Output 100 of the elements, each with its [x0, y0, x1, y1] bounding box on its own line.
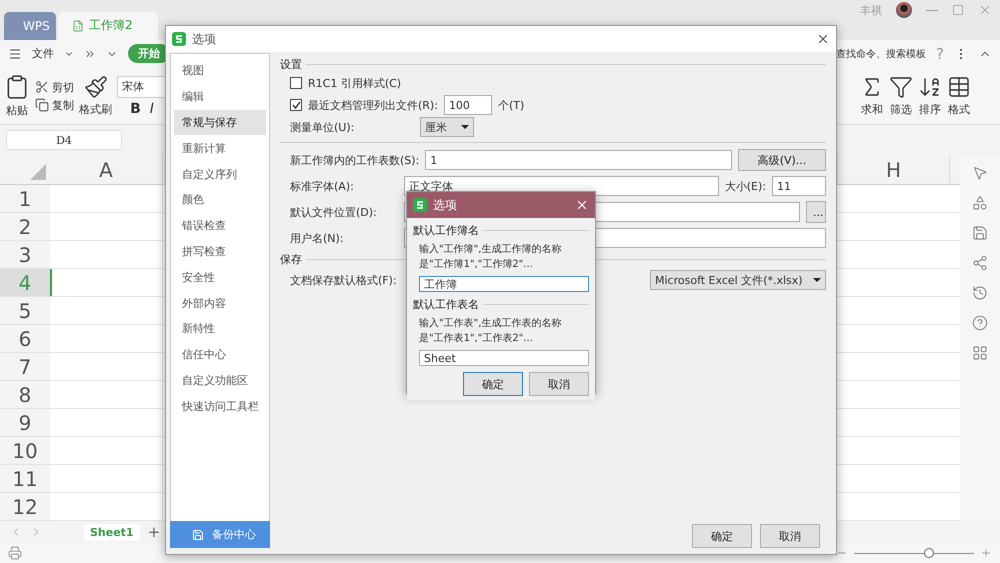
checkmark-icon: [292, 101, 300, 109]
row-header[interactable]: 6: [0, 325, 50, 352]
row-header[interactable]: 12: [0, 493, 50, 520]
bold-button[interactable]: B: [127, 100, 144, 116]
column-header[interactable]: A: [50, 155, 163, 184]
hint-text: 输入"工作表",生成工作表的名称是"工作表1","工作表2"...: [418, 316, 562, 346]
file-menu[interactable]: 文件: [32, 46, 54, 62]
row-header[interactable]: 5: [0, 297, 50, 324]
checkbox-label: R1C1 引用样式(C): [308, 76, 402, 90]
name-box[interactable]: D4: [6, 130, 122, 150]
row-header[interactable]: 8: [0, 381, 50, 408]
paste-button[interactable]: 粘贴: [6, 103, 28, 118]
field-label: 文档保存默认格式(F):: [290, 272, 397, 288]
nav-item[interactable]: 信任中心: [174, 342, 266, 368]
toolbar-button[interactable]: 格式: [948, 102, 970, 117]
row-header[interactable]: 10: [0, 437, 50, 464]
nav-item[interactable]: 常规与保存: [174, 110, 266, 136]
number-field[interactable]: 1: [425, 150, 732, 170]
user-name: 丰祺: [860, 2, 882, 18]
section-heading: 默认工作簿名: [413, 222, 589, 238]
format-painter-button[interactable]: 格式刷: [79, 102, 112, 117]
nav-item[interactable]: 视图: [174, 58, 266, 84]
row-header[interactable]: 2: [0, 213, 50, 240]
shapes-icon: [972, 195, 988, 212]
hint-text: 输入"工作簿",生成工作簿的名称是"工作簿1","工作簿2"...: [418, 242, 562, 272]
browse-button[interactable]: ...: [806, 201, 826, 223]
checkbox[interactable]: [290, 77, 302, 89]
field-label: 默认文件位置(D):: [290, 204, 378, 220]
scissors-icon: [35, 80, 49, 94]
nav-item[interactable]: 拼写检查: [174, 238, 266, 264]
field-label: 测量单位(U):: [290, 120, 356, 134]
caret-icon: [813, 278, 821, 282]
history-icon: [972, 285, 988, 302]
row-header[interactable]: 11: [0, 465, 50, 492]
ok-button[interactable]: 确定: [463, 372, 523, 396]
unit-label: 个(T): [498, 98, 524, 112]
share-icon: [972, 255, 988, 272]
copy-button[interactable]: 复制: [52, 98, 74, 112]
funnel-icon: [889, 75, 913, 99]
save-icon: [972, 225, 988, 242]
zoom-slider-thumb[interactable]: [924, 548, 934, 558]
row-header[interactable]: 7: [0, 353, 50, 380]
cut-button[interactable]: 剪切: [52, 80, 74, 94]
toolbar-button[interactable]: 排序: [919, 102, 941, 117]
toolbar-button[interactable]: 筛选: [890, 102, 912, 117]
nav-item[interactable]: 自定义功能区: [174, 368, 266, 394]
close-icon: [978, 3, 992, 17]
close-button[interactable]: [816, 32, 830, 46]
ok-button[interactable]: 确定: [692, 524, 752, 548]
section-heading: 默认工作表名: [413, 296, 589, 312]
avatar[interactable]: [896, 2, 912, 18]
zoom-in-icon: [980, 547, 992, 560]
add-sheet-button[interactable]: +: [148, 523, 160, 542]
row-header[interactable]: 9: [0, 409, 50, 436]
paintbrush-icon: [84, 75, 108, 99]
nav-item[interactable]: 编辑: [174, 84, 266, 110]
field-label: 用户名(N):: [290, 230, 345, 246]
font-field[interactable]: 宋体: [117, 76, 167, 98]
field-label: 标准字体(A):: [290, 178, 355, 194]
menu-icon: [8, 46, 22, 61]
table-icon: [947, 75, 971, 99]
name-field[interactable]: 工作簿: [419, 276, 589, 292]
close-button[interactable]: [575, 198, 589, 212]
cancel-button[interactable]: 取消: [529, 372, 589, 396]
field-label: 新工作簿内的工作表数(S):: [290, 152, 420, 168]
nav-item[interactable]: 重新计算: [174, 135, 266, 162]
save-icon: [192, 528, 204, 540]
nav-item[interactable]: 安全性: [174, 264, 266, 290]
copy-icon: [35, 98, 49, 112]
section-heading: 设置: [280, 56, 826, 72]
unit-dropdown[interactable]: 厘米: [420, 117, 474, 137]
row-header[interactable]: 3: [0, 241, 50, 268]
field-label: 大小(E):: [724, 178, 766, 194]
checkbox[interactable]: [290, 99, 302, 111]
dialog-title: 选项: [192, 30, 216, 48]
grid-icon: [972, 345, 988, 362]
size-dropdown[interactable]: 11: [772, 176, 826, 196]
nav-item[interactable]: 快速访问工具栏: [174, 393, 266, 420]
toolbar-button[interactable]: 求和: [861, 102, 883, 117]
nav-item[interactable]: 新特性: [174, 316, 266, 342]
spreadsheet-icon: [72, 20, 84, 32]
active-cell[interactable]: [50, 269, 163, 296]
row-header[interactable]: 1: [0, 185, 50, 212]
app-logo-icon: [413, 198, 427, 212]
nav-item[interactable]: 外部内容: [174, 290, 266, 316]
maximize-icon: [952, 4, 964, 16]
search-field[interactable]: 查找命令、搜索模板: [836, 46, 926, 61]
advanced-button[interactable]: 高级(V)...: [738, 149, 826, 171]
nav-item[interactable]: 自定义序列: [174, 161, 266, 187]
checkbox-label: 最近文档管理列出文件(R):: [308, 98, 438, 112]
sheet-tab[interactable]: Sheet1: [84, 524, 140, 541]
app-logo-icon: [172, 32, 186, 46]
dialog-title: 选项: [433, 196, 457, 214]
nav-item[interactable]: 颜色: [174, 186, 266, 213]
cancel-button[interactable]: 取消: [760, 524, 820, 548]
name-field[interactable]: Sheet: [419, 350, 589, 366]
number-field[interactable]: 100: [444, 95, 492, 115]
format-dropdown[interactable]: Microsoft Excel 文件(*.xlsx): [650, 270, 826, 290]
italic-button[interactable]: I: [146, 100, 157, 116]
nav-item[interactable]: 错误检查: [174, 212, 266, 239]
